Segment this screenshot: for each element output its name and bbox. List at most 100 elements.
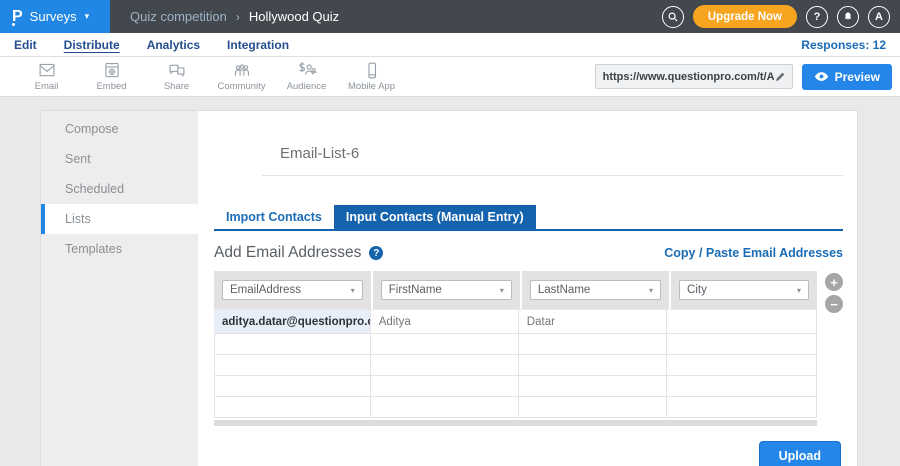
toolbar-community-label: Community <box>217 81 265 92</box>
tab-distribute[interactable]: Distribute <box>64 38 120 52</box>
tab-edit[interactable]: Edit <box>14 38 37 52</box>
header-cell-email: EmailAddress ▾ <box>214 271 371 309</box>
list-title: Email-List-6 <box>262 111 843 176</box>
preview-button[interactable]: Preview <box>802 64 892 90</box>
cell-email[interactable]: aditya.datar@questionpro.com <box>214 309 371 334</box>
survey-url-input[interactable] <box>603 71 774 83</box>
breadcrumb-separator: › <box>236 10 240 24</box>
cell-firstname[interactable] <box>371 376 519 397</box>
upload-row: Upload <box>214 441 843 466</box>
horizontal-scrollbar[interactable] <box>214 420 817 426</box>
cell-lastname[interactable] <box>519 355 667 376</box>
add-row-button[interactable]: + <box>825 273 843 291</box>
toolbar-mobile-app-label: Mobile App <box>348 81 395 92</box>
surveys-menu[interactable]: P Surveys ▾ <box>0 0 110 33</box>
sidebar-item-lists[interactable]: Lists <box>41 204 198 234</box>
toolbar-mobile-app[interactable]: Mobile App <box>339 61 404 92</box>
search-icon <box>667 11 679 23</box>
copy-paste-link[interactable]: Copy / Paste Email Addresses <box>664 246 843 260</box>
header-cell-city: City ▾ <box>671 271 817 309</box>
tab-integration[interactable]: Integration <box>227 38 289 52</box>
notifications-button[interactable] <box>837 6 859 28</box>
email-sidebar: Compose Sent Scheduled Lists Templates <box>41 111 198 466</box>
cell-city[interactable] <box>667 355 817 376</box>
contacts-grid: EmailAddress ▾ FirstName ▾ <box>214 271 817 426</box>
cell-lastname[interactable] <box>519 334 667 355</box>
caret-down-icon: ▾ <box>500 286 504 295</box>
add-emails-header: Add Email Addresses ? Copy / Paste Email… <box>214 244 843 262</box>
upgrade-now-button[interactable]: Upgrade Now <box>693 5 797 28</box>
survey-url-field <box>595 64 793 89</box>
cell-email[interactable] <box>214 334 371 355</box>
help-icon[interactable]: ? <box>369 246 383 260</box>
cell-firstname[interactable] <box>371 355 519 376</box>
column-select-emailaddress[interactable]: EmailAddress ▾ <box>222 280 363 300</box>
top-bar: P Surveys ▾ Quiz competition › Hollywood… <box>0 0 900 33</box>
sidebar-item-sent[interactable]: Sent <box>41 144 198 174</box>
contacts-table-zone: EmailAddress ▾ FirstName ▾ <box>214 271 843 426</box>
cell-firstname[interactable] <box>371 397 519 418</box>
responses-count[interactable]: Responses: 12 <box>801 38 886 52</box>
toolbar-embed[interactable]: Embed <box>79 61 144 92</box>
tab-input-contacts-manual[interactable]: Input Contacts (Manual Entry) <box>334 205 536 229</box>
list-content: Email-List-6 Import Contacts Input Conta… <box>198 111 857 466</box>
tab-analytics[interactable]: Analytics <box>147 38 200 52</box>
cell-city[interactable] <box>667 376 817 397</box>
email-distribution-card: Compose Sent Scheduled Lists Templates E… <box>40 110 858 466</box>
cell-firstname[interactable]: Aditya <box>371 309 519 334</box>
column-select-value: City <box>687 284 707 296</box>
help-button[interactable]: ? <box>806 6 828 28</box>
column-select-firstname[interactable]: FirstName ▾ <box>381 280 512 300</box>
cell-email[interactable] <box>214 355 371 376</box>
contacts-tabs: Import Contacts Input Contacts (Manual E… <box>214 205 843 231</box>
breadcrumb-current: Hollywood Quiz <box>249 9 339 24</box>
email-icon <box>33 61 61 80</box>
column-select-value: EmailAddress <box>230 284 301 296</box>
caret-down-icon: ▾ <box>351 286 355 295</box>
cell-city[interactable] <box>667 397 817 418</box>
toolbar-embed-label: Embed <box>96 81 126 92</box>
questionpro-logo: P <box>12 9 23 25</box>
cell-firstname[interactable] <box>371 334 519 355</box>
column-select-city[interactable]: City ▾ <box>679 280 809 300</box>
header-cell-lastname: LastName ▾ <box>522 271 669 309</box>
column-select-value: FirstName <box>389 284 442 296</box>
toolbar-audience-label: Audience <box>287 81 327 92</box>
breadcrumb-parent[interactable]: Quiz competition <box>130 9 227 24</box>
share-icon <box>163 61 191 80</box>
sidebar-item-scheduled[interactable]: Scheduled <box>41 174 198 204</box>
column-select-value: LastName <box>538 284 590 296</box>
page-background: Compose Sent Scheduled Lists Templates E… <box>0 97 900 466</box>
remove-row-button[interactable]: − <box>825 295 843 313</box>
toolbar-audience[interactable]: Audience <box>274 61 339 92</box>
mobile-app-icon <box>358 61 386 80</box>
sidebar-item-templates[interactable]: Templates <box>41 234 198 264</box>
sidebar-item-compose[interactable]: Compose <box>41 114 198 144</box>
avatar[interactable]: A <box>868 6 890 28</box>
row-controls: + − <box>817 271 843 426</box>
cell-email[interactable] <box>214 376 371 397</box>
search-button[interactable] <box>662 6 684 28</box>
section-title: Add Email Addresses <box>214 244 361 262</box>
contacts-grid-header: EmailAddress ▾ FirstName ▾ <box>214 271 817 309</box>
edit-url-icon[interactable] <box>774 70 787 83</box>
community-icon <box>228 61 256 80</box>
toolbar-email[interactable]: Email <box>14 61 79 92</box>
distribute-toolbar: Email Embed Share Community Audience Mob… <box>0 57 900 97</box>
toolbar-community[interactable]: Community <box>209 61 274 92</box>
chevron-down-icon: ▾ <box>85 11 90 22</box>
bell-icon <box>842 11 854 23</box>
cell-lastname[interactable]: Datar <box>519 309 667 334</box>
cell-email[interactable] <box>214 397 371 418</box>
embed-icon <box>98 61 126 80</box>
survey-nav: Edit Distribute Analytics Integration Re… <box>0 33 900 57</box>
tab-import-contacts[interactable]: Import Contacts <box>214 205 334 229</box>
cell-lastname[interactable] <box>519 397 667 418</box>
cell-city[interactable] <box>667 334 817 355</box>
caret-down-icon: ▾ <box>649 286 653 295</box>
toolbar-share[interactable]: Share <box>144 61 209 92</box>
upload-button[interactable]: Upload <box>759 441 841 466</box>
column-select-lastname[interactable]: LastName ▾ <box>530 280 661 300</box>
cell-city[interactable] <box>667 309 817 334</box>
cell-lastname[interactable] <box>519 376 667 397</box>
